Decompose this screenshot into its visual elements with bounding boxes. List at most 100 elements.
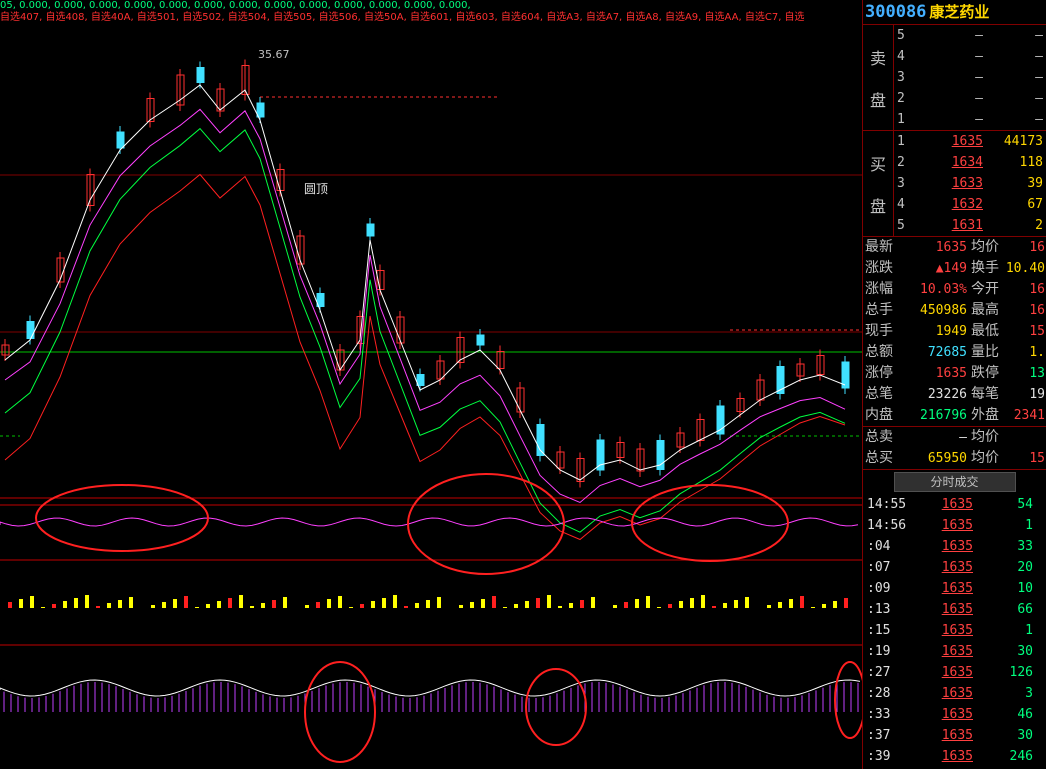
buy-level: 4	[897, 197, 905, 212]
buy-row-3[interactable]: 3 1633 39	[894, 173, 1046, 194]
volume-bar	[338, 596, 342, 608]
stat-row: 现手 1949 最低 15	[863, 321, 1046, 342]
sell-row-4[interactable]: 4 – –	[894, 46, 1046, 67]
stat-value: 16	[1029, 240, 1045, 255]
volume-bar	[778, 602, 782, 608]
volume-bar	[613, 605, 617, 608]
stat-value: 1.	[1029, 345, 1045, 360]
tick-time: :27	[867, 665, 891, 680]
tick-price: 1635	[941, 728, 973, 743]
stat-value: 13	[1029, 366, 1045, 381]
volume-bar	[844, 598, 848, 608]
tick-time: :19	[867, 644, 891, 659]
candle-body	[366, 223, 375, 237]
tick-price: 1635	[941, 686, 973, 701]
volume-bar	[481, 599, 485, 608]
tick-time: :33	[867, 707, 891, 722]
buy-row-1[interactable]: 1 1635 44173	[894, 131, 1046, 152]
stat-key: 总卖	[865, 429, 893, 445]
tick-row[interactable]: 14:55 1635 54	[863, 494, 1046, 515]
tick-row[interactable]: :09 1635 10	[863, 578, 1046, 599]
stat-value: 2341	[1013, 408, 1045, 423]
volume-bar	[800, 596, 804, 608]
volume-bar	[547, 595, 551, 608]
volume-bar	[789, 599, 793, 608]
buy-row-4[interactable]: 4 1632 67	[894, 194, 1046, 215]
tick-row[interactable]: :27 1635 126	[863, 662, 1046, 683]
volume-bar	[30, 596, 34, 608]
candle-body	[26, 321, 35, 339]
candle-body	[596, 439, 605, 471]
stat-value: 16	[1029, 282, 1045, 297]
tick-row[interactable]: :37 1635 30	[863, 725, 1046, 746]
tick-time: 14:55	[867, 497, 907, 512]
tick-row[interactable]: :07 1635 20	[863, 557, 1046, 578]
sell-level: 4	[897, 49, 905, 64]
stat-value: 72685	[927, 345, 967, 360]
stat-key: 每笔	[971, 386, 999, 402]
tick-volume: 66	[1017, 602, 1033, 617]
tick-row[interactable]: :13 1635 66	[863, 599, 1046, 620]
volume-bar	[107, 603, 111, 608]
tick-row[interactable]: :19 1635 30	[863, 641, 1046, 662]
volume-bar	[690, 598, 694, 608]
stat-value: 216796	[920, 408, 967, 423]
buy-row-2[interactable]: 2 1634 118	[894, 152, 1046, 173]
volume-bar	[360, 604, 364, 608]
volume-bar	[52, 604, 56, 608]
sell-row-1[interactable]: 1 – –	[894, 109, 1046, 130]
volume-bar	[404, 606, 408, 608]
volume-bar	[712, 606, 716, 608]
high-price-label: 35.67	[258, 48, 290, 61]
tick-row[interactable]: :39 1635 246	[863, 746, 1046, 767]
stat-value: –	[959, 430, 967, 445]
stat-value: 16	[1029, 303, 1045, 318]
sell-volume: –	[1035, 49, 1043, 64]
ticks-tab-button[interactable]: 分时成交	[893, 472, 1016, 492]
tick-price: 1635	[941, 497, 973, 512]
stat-key: 最高	[971, 302, 999, 318]
sell-row-3[interactable]: 3 – –	[894, 67, 1046, 88]
volume-bar	[811, 607, 815, 608]
buy-price: 1635	[951, 134, 983, 149]
stat-row: 涨跌 ▲149 换手 10.40	[863, 258, 1046, 279]
tick-row[interactable]: :04 1635 33	[863, 536, 1046, 557]
sell-label-1: 卖	[869, 49, 886, 68]
volume-bar	[162, 602, 166, 608]
yuanding-label: 圆顶	[304, 182, 329, 196]
volume-bar	[503, 607, 507, 608]
volume-bar	[767, 605, 771, 608]
stat-row: 总额 72685 量比 1.	[863, 342, 1046, 363]
tick-price: 1635	[941, 644, 973, 659]
buy-row-5[interactable]: 5 1631 2	[894, 215, 1046, 236]
tick-price: 1635	[941, 560, 973, 575]
ticks-list[interactable]: 14:55 1635 54 14:56 1635 1:04 1635 33:07 1635 20:…	[863, 494, 1046, 769]
candle-body	[116, 131, 125, 149]
stat-key: 换手	[971, 260, 999, 276]
volume-bar	[492, 596, 496, 608]
volume-bar	[679, 601, 683, 608]
quote-stats: 最新 1635 均价 16 涨跌 ▲149 换手 10.40 涨幅 10.03% 今开 16 总手 450…	[863, 237, 1046, 427]
volume-bar	[63, 601, 67, 608]
kline-chart-area[interactable]: 05, 0.000, 0.000, 0.000, 0.000, 0.000, 0…	[0, 0, 862, 769]
volume-bar	[118, 600, 122, 608]
tick-row[interactable]: :33 1635 46	[863, 704, 1046, 725]
stat-row: 最新 1635 均价 16	[863, 237, 1046, 258]
stock-header: 300086 康芝药业	[863, 0, 1046, 25]
tick-row[interactable]: :15 1635 1	[863, 620, 1046, 641]
volume-bar	[305, 605, 309, 608]
buy-volume: 2	[1035, 218, 1043, 233]
volume-bar	[646, 596, 650, 608]
stat-value: 1635	[935, 366, 967, 381]
tick-volume: 30	[1017, 728, 1033, 743]
buy-level: 1	[897, 134, 905, 149]
tick-row[interactable]: 14:56 1635 1	[863, 515, 1046, 536]
stat-key: 外盘	[971, 407, 999, 423]
tick-row[interactable]: :28 1635 3	[863, 683, 1046, 704]
volume-bar	[228, 598, 232, 608]
tick-time: :15	[867, 623, 891, 638]
stat-value: 15	[1029, 324, 1045, 339]
candle-body	[256, 102, 265, 118]
sell-row-2[interactable]: 2 – –	[894, 88, 1046, 109]
sell-row-5[interactable]: 5 – –	[894, 25, 1046, 46]
